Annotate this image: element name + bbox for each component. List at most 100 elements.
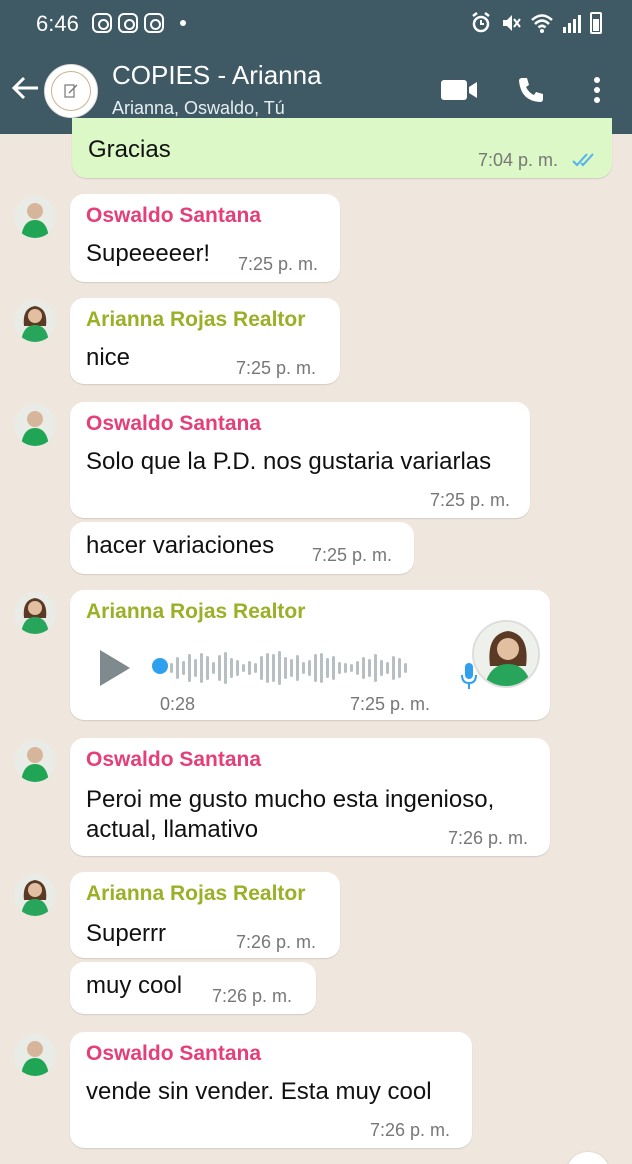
message-text: Superrr xyxy=(86,920,167,947)
message-time: 7:25 p. m. xyxy=(350,694,431,714)
signal-icon xyxy=(563,15,581,33)
battery-icon xyxy=(590,12,602,34)
message-bubble[interactable]: Arianna Rojas Realtor Superrr 7:26 p. m. xyxy=(70,872,340,958)
message-bubble[interactable]: Oswaldo Santana Peroi me gusto mucho est… xyxy=(70,738,550,856)
sender-name[interactable]: Oswaldo Santana xyxy=(86,204,261,228)
message-time: 7:26 p. m. xyxy=(212,986,293,1006)
waveform-bar xyxy=(326,658,329,678)
scroll-to-bottom-button[interactable] xyxy=(566,1152,610,1164)
message-bubble[interactable]: Arianna Rojas Realtor nice 7:25 p. m. xyxy=(70,298,340,384)
avatar-arianna[interactable] xyxy=(14,592,56,634)
waveform-bar xyxy=(362,657,365,679)
waveform-bar xyxy=(392,656,395,680)
message-bubble[interactable]: muy cool 7:26 p. m. xyxy=(70,962,316,1014)
avatar-oswaldo[interactable] xyxy=(14,740,56,782)
status-bar: 6:46 xyxy=(0,0,632,48)
waveform-bar xyxy=(194,659,197,677)
group-avatar[interactable] xyxy=(44,64,98,118)
message-time: 7:26 p. m. xyxy=(448,828,529,848)
phone-icon[interactable] xyxy=(516,75,546,105)
waveform-bar xyxy=(320,653,323,683)
waveform-bar xyxy=(302,662,305,674)
message-time: 7:25 p. m. xyxy=(238,254,319,274)
message-text: Supeeeeer! xyxy=(86,240,211,267)
waveform-bar xyxy=(272,654,275,682)
sender-name[interactable]: Oswaldo Santana xyxy=(86,748,261,772)
voice-message-bubble[interactable]: Arianna Rojas Realtor 0:28 7:25 p. m. xyxy=(70,590,550,720)
waveform-bar xyxy=(242,664,245,672)
message-bubble[interactable]: hacer variaciones 7:25 p. m. xyxy=(70,522,414,574)
play-icon[interactable] xyxy=(100,650,130,686)
sender-name[interactable]: Arianna Rojas Realtor xyxy=(86,882,305,906)
waveform-bar xyxy=(254,663,257,673)
waveform-bar xyxy=(284,657,287,679)
chat-title[interactable]: COPIES - Arianna xyxy=(112,60,322,91)
waveform-bar xyxy=(356,661,359,675)
audio-waveform[interactable] xyxy=(170,648,436,688)
more-notifications-dot-icon xyxy=(180,20,186,26)
audio-scrubber[interactable] xyxy=(152,658,168,674)
instagram-icon xyxy=(118,13,138,33)
waveform-bar xyxy=(266,653,269,683)
arrow-left-icon[interactable] xyxy=(10,72,42,104)
chat-participants[interactable]: Arianna, Oswaldo, Tú xyxy=(112,98,285,119)
waveform-bar xyxy=(278,651,281,685)
message-bubble-outgoing[interactable]: Gracias 7:04 p. m. xyxy=(72,118,612,178)
message-time: 7:25 p. m. xyxy=(312,545,393,565)
video-call-icon[interactable] xyxy=(440,78,478,102)
message-bubble[interactable]: Oswaldo Santana vende sin vender. Esta m… xyxy=(70,1032,472,1148)
message-time: 7:25 p. m. xyxy=(236,358,317,378)
sender-name[interactable]: Oswaldo Santana xyxy=(86,412,261,436)
voice-sender-photo xyxy=(472,620,540,688)
waveform-bar xyxy=(368,659,371,677)
notepad-pen-icon xyxy=(64,84,78,98)
person-photo xyxy=(474,622,538,686)
waveform-bar xyxy=(224,652,227,684)
waveform-bar xyxy=(218,655,221,681)
avatar-oswaldo[interactable] xyxy=(14,1034,56,1076)
waveform-bar xyxy=(308,660,311,676)
more-vert-icon[interactable] xyxy=(592,76,602,104)
waveform-bar xyxy=(350,664,353,672)
notification-icons xyxy=(92,13,186,33)
waveform-bar xyxy=(176,657,179,679)
waveform-bar xyxy=(374,654,377,682)
message-time: 7:25 p. m. xyxy=(430,490,511,510)
waveform-bar xyxy=(182,661,185,675)
avatar-arianna[interactable] xyxy=(14,300,56,342)
wifi-icon xyxy=(531,14,553,33)
message-time: 7:26 p. m. xyxy=(370,1120,451,1140)
person-photo xyxy=(21,306,49,342)
person-photo xyxy=(21,880,49,916)
waveform-bar xyxy=(332,656,335,680)
waveform-bar xyxy=(398,658,401,678)
sender-name[interactable]: Arianna Rojas Realtor xyxy=(86,600,305,624)
status-time: 6:46 xyxy=(36,11,79,36)
message-text: Peroi me gusto mucho esta ingenioso, xyxy=(86,786,495,813)
sender-name[interactable]: Arianna Rojas Realtor xyxy=(86,308,305,332)
mute-icon xyxy=(503,15,521,31)
avatar-arianna[interactable] xyxy=(14,874,56,916)
avatar-oswaldo[interactable] xyxy=(14,196,56,238)
instagram-icon xyxy=(144,13,164,33)
message-time: 7:26 p. m. xyxy=(236,932,317,952)
message-text: hacer variaciones xyxy=(86,532,275,559)
message-text: vende sin vender. Esta muy cool xyxy=(86,1078,432,1105)
waveform-bar xyxy=(200,653,203,683)
waveform-bar xyxy=(206,656,209,680)
system-icons xyxy=(470,12,602,34)
waveform-bar xyxy=(314,654,317,682)
group-logo xyxy=(51,71,91,111)
alarm-icon xyxy=(472,12,490,33)
avatar-oswaldo[interactable] xyxy=(14,404,56,446)
waveform-bar xyxy=(248,661,251,675)
waveform-bar xyxy=(296,655,299,681)
message-text: Gracias xyxy=(88,136,171,163)
waveform-bar xyxy=(170,663,173,673)
message-bubble[interactable]: Oswaldo Santana Solo que la P.D. nos gus… xyxy=(70,402,530,518)
waveform-bar xyxy=(212,662,215,674)
sender-name[interactable]: Oswaldo Santana xyxy=(86,1042,261,1066)
message-text: Solo que la P.D. nos gustaria variarlas xyxy=(86,448,492,475)
waveform-bar xyxy=(236,660,239,676)
message-bubble[interactable]: Oswaldo Santana Supeeeeer! 7:25 p. m. xyxy=(70,194,340,282)
